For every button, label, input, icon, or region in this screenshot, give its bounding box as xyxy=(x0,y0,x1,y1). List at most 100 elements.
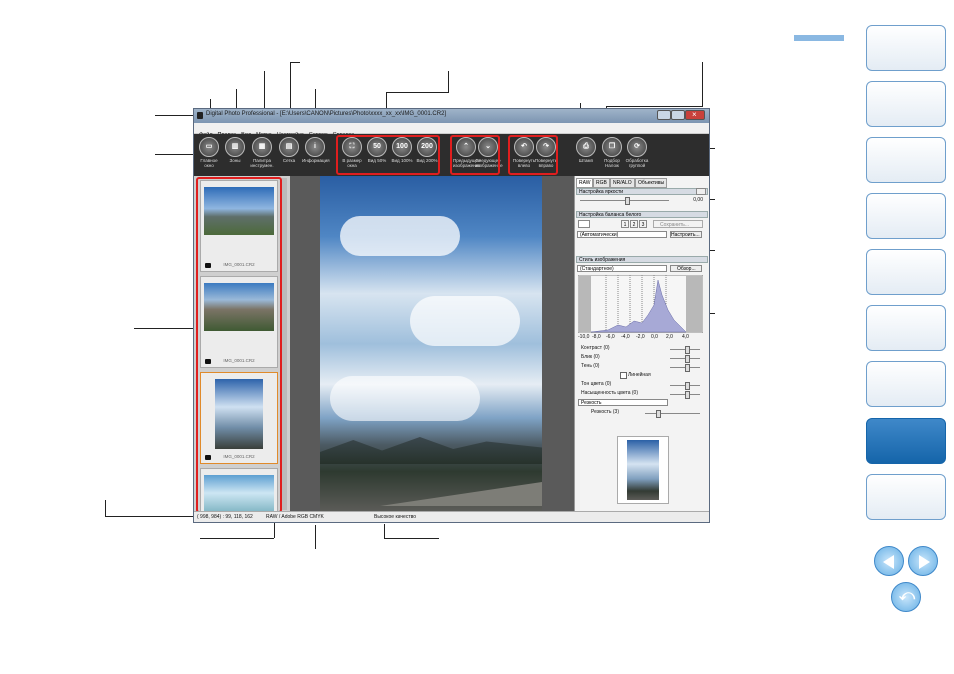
toolbar-button-stamp[interactable]: ⎙ Штамп xyxy=(573,137,599,163)
zones-icon: ▥ xyxy=(225,137,245,157)
sharpness-mode-select[interactable]: Резкость xyxy=(578,399,668,406)
toolbar-button-label: Палитра инструмен. xyxy=(250,158,274,168)
toolbar-button-composite[interactable]: ❐ Подбор Налож xyxy=(599,137,625,168)
wb-preset-1-button[interactable]: 1 xyxy=(621,220,629,228)
saturation-slider-knob[interactable] xyxy=(685,391,690,399)
tab-rgb[interactable]: RGB xyxy=(593,178,610,188)
manual-tab-1[interactable] xyxy=(866,25,946,71)
image-viewer[interactable] xyxy=(290,176,574,512)
highlight-slider[interactable] xyxy=(670,355,700,363)
toolbar-button-label: Сетка xyxy=(282,158,296,163)
sharpness-slider-knob[interactable] xyxy=(656,410,661,418)
maximize-button[interactable] xyxy=(671,110,685,120)
toolbar-button-main-window[interactable]: ▭ Главное окно xyxy=(196,137,222,168)
highlight-thumbnails xyxy=(196,177,282,513)
tab-raw[interactable]: RAW xyxy=(576,178,594,188)
highlight-nav-group xyxy=(450,135,500,175)
cloud-shape xyxy=(410,296,520,346)
thumbnail-scrollbar[interactable] xyxy=(282,178,287,510)
picture-style-browse-button[interactable]: Обзор... xyxy=(670,265,702,272)
cloud-shape xyxy=(330,376,480,421)
tab-lens[interactable]: Объективы xyxy=(635,178,668,188)
white-balance-section-title: Настройка баланса белого xyxy=(576,211,708,218)
section-marker xyxy=(794,35,844,41)
color-tone-slider-knob[interactable] xyxy=(685,382,690,390)
shadow-slider-knob[interactable] xyxy=(685,364,690,372)
toolbar-button-label: Главное окно xyxy=(200,158,218,168)
histogram-tick-label: -10,0 xyxy=(578,334,590,340)
histogram-right-handle[interactable] xyxy=(686,276,702,332)
toolbar-button-label: Зоны xyxy=(229,158,241,163)
picture-style-select[interactable]: (Стандартное) xyxy=(577,265,667,272)
wb-preset-2-button[interactable]: 2 xyxy=(630,220,638,228)
wb-adjust-button[interactable]: Настроить... xyxy=(670,231,702,238)
histogram-tick-label: -2,0 xyxy=(636,334,645,340)
histogram-left-handle[interactable] xyxy=(579,276,591,332)
eyedropper-button[interactable] xyxy=(578,220,590,228)
toolbar-button-grid[interactable]: ▤ Сетка xyxy=(276,137,302,163)
brightness-value: 0,00 xyxy=(693,197,703,203)
title-bar: Digital Photo Professional - [E:\Users\C… xyxy=(194,109,709,123)
reset-brightness-button[interactable] xyxy=(696,188,706,195)
contrast-label: Контраст (0) xyxy=(581,345,610,351)
manual-tab-2[interactable] xyxy=(866,81,946,127)
batch-process-icon: ⟳ xyxy=(627,137,647,157)
manual-tab-5[interactable] xyxy=(866,249,946,295)
highlight-slider-knob[interactable] xyxy=(685,355,690,363)
toolbar-button-zones[interactable]: ▥ Зоны xyxy=(222,137,248,163)
picture-style-section-title: Стиль изображения xyxy=(576,256,708,263)
cloud-shape xyxy=(340,216,460,256)
wb-preset-3-button[interactable]: 3 xyxy=(639,220,647,228)
return-button[interactable]: ⤺ xyxy=(891,582,921,612)
histogram-tick-label: -8,0 xyxy=(592,334,601,340)
manual-tab-3[interactable] xyxy=(866,137,946,183)
road xyxy=(380,482,542,506)
close-button[interactable]: × xyxy=(685,110,705,120)
tool-palette-icon: ▦ xyxy=(252,137,272,157)
toolbar-button-label: Штамп xyxy=(578,158,594,163)
brightness-slider[interactable] xyxy=(580,197,669,205)
previous-page-button[interactable] xyxy=(874,546,904,576)
toolbar-button-info[interactable]: i Информация xyxy=(302,137,330,163)
wb-mode-select[interactable]: (Автоматически) xyxy=(577,231,667,238)
window-title: Digital Photo Professional - [E:\Users\C… xyxy=(206,111,447,117)
saturation-label: Насыщенность цвета (0) xyxy=(581,390,639,396)
toolbar-button-tool-palette[interactable]: ▦ Палитра инструмен. xyxy=(249,137,275,168)
highlight-view-group xyxy=(336,135,440,175)
highlight-rotate-group xyxy=(508,135,558,175)
brightness-slider-knob[interactable] xyxy=(624,197,630,205)
next-page-button[interactable] xyxy=(908,546,938,576)
wb-save-button[interactable]: Сохранить... xyxy=(653,220,703,228)
manual-tab-8[interactable] xyxy=(866,418,946,464)
linear-checkbox[interactable] xyxy=(620,372,627,379)
main-photo xyxy=(320,176,542,512)
color-tone-slider[interactable] xyxy=(670,382,700,390)
histogram[interactable] xyxy=(578,275,703,333)
stamp-icon: ⎙ xyxy=(576,137,596,157)
dpp-window: Digital Photo Professional - [E:\Users\C… xyxy=(193,108,710,523)
manual-tab-4[interactable] xyxy=(866,193,946,239)
toolbar-button-label: Обработка группой xyxy=(625,158,649,168)
preview-thumbnail xyxy=(617,436,669,504)
histogram-axis: -10,0 -8,0 -6,0 -4,0 -2,0 0,0 2,0 4,0 xyxy=(578,334,703,341)
manual-tab-9[interactable] xyxy=(866,474,946,520)
histogram-tick-label: 2,0 xyxy=(666,334,673,340)
contrast-slider[interactable] xyxy=(670,346,700,354)
highlight-label: Блик (0) xyxy=(581,354,600,360)
tab-nr-alo[interactable]: NR/ALO xyxy=(610,178,635,188)
sharpness-label: Резкость (3) xyxy=(591,409,619,415)
manual-tab-6[interactable] xyxy=(866,305,946,351)
saturation-slider[interactable] xyxy=(670,391,700,399)
status-coordinates: ( 998, 984) : 99, 118, 162 xyxy=(197,514,253,520)
status-quality: Высокое качество xyxy=(374,514,416,520)
shadow-slider[interactable] xyxy=(670,364,700,372)
sharpness-slider[interactable] xyxy=(645,410,700,418)
toolbar-button-batch-process[interactable]: ⟳ Обработка группой xyxy=(624,137,650,168)
contrast-slider-knob[interactable] xyxy=(685,346,690,354)
linear-label: Линейная xyxy=(628,372,651,378)
histogram-tick-label: -6,0 xyxy=(606,334,615,340)
manual-tab-7[interactable] xyxy=(866,361,946,407)
brightness-section-title: Настройка яркости xyxy=(576,188,708,195)
minimize-button[interactable] xyxy=(657,110,671,120)
histogram-tick-label: -4,0 xyxy=(621,334,630,340)
